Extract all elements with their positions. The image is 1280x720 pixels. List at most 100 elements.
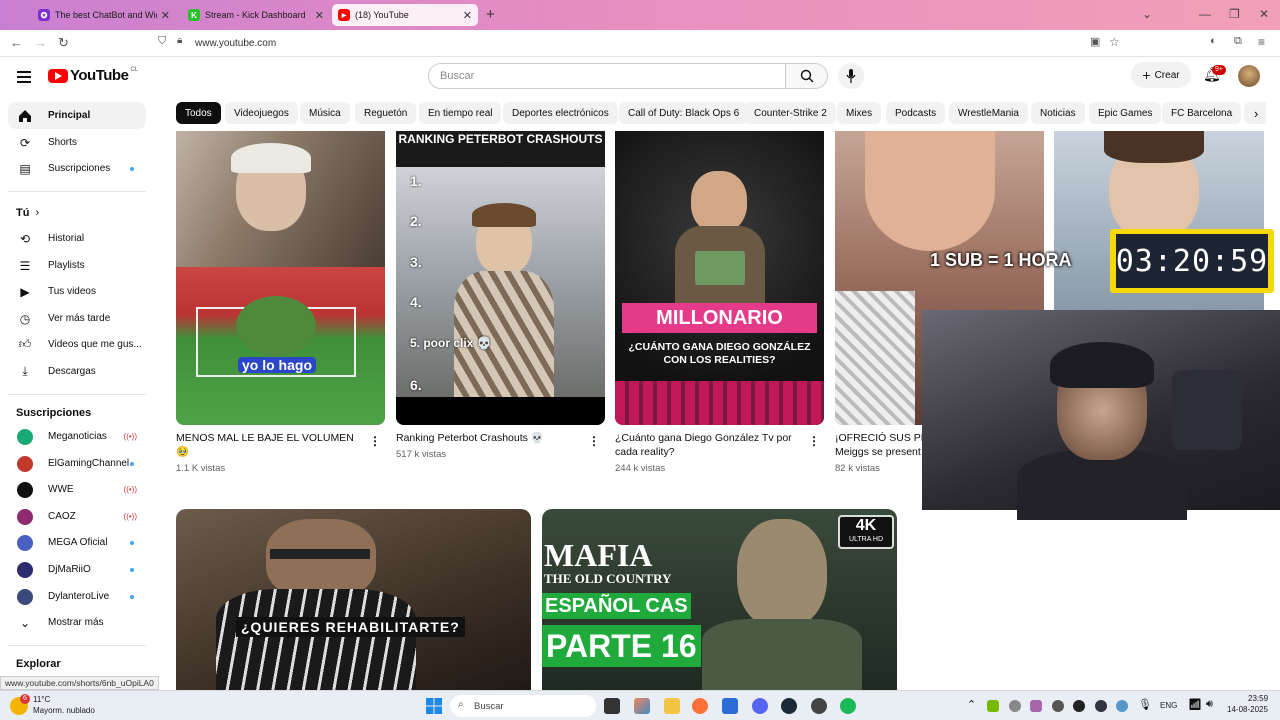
firefox-icon[interactable] — [692, 698, 708, 714]
create-button[interactable]: + Crear — [1131, 62, 1191, 88]
short-title-1[interactable]: MENOS MAL LE BAJE EL VOLUMEN 🥹 — [176, 431, 356, 459]
url-field[interactable]: www.youtube.com — [195, 38, 276, 49]
tab-youtube[interactable]: ▶ (18) YouTube ✕ — [332, 4, 478, 26]
close-window-icon[interactable]: ✕ — [1259, 7, 1269, 21]
more-actions-icon[interactable]: ⋮ — [369, 434, 381, 448]
maximize-icon[interactable]: ❐ — [1229, 7, 1240, 21]
forward-icon[interactable]: → — [34, 35, 47, 50]
chip-deportes-electronicos[interactable]: Deportes electrónicos — [503, 102, 618, 124]
clock-time[interactable]: 23:59 — [1248, 694, 1268, 703]
volume-icon[interactable]: 🔊︎ — [1206, 698, 1213, 711]
spotify-icon[interactable] — [840, 698, 856, 714]
wifi-icon[interactable]: 📶︎ — [1188, 698, 1202, 711]
tray-obs-icon[interactable] — [1052, 700, 1064, 712]
sidebar-item-historial[interactable]: ⟲ Historial — [8, 225, 146, 252]
extensions-icon[interactable]: ⧉ — [1234, 35, 1242, 48]
sidebar-channel-wwe[interactable]: WWE ((•)) — [8, 476, 146, 503]
sidebar-channel-djmariio[interactable]: DjMaRiiO — [8, 556, 146, 583]
chevron-right-icon[interactable]: › — [1254, 106, 1258, 121]
shield-icon[interactable]: ⛉ — [158, 35, 166, 48]
chip-todos[interactable]: Todos — [176, 102, 221, 124]
chip-call-of-duty[interactable]: Call of Duty: Black Ops 6 — [619, 102, 749, 124]
short-title-4[interactable]: ¡OFRECIÓ SUS PRO — [835, 431, 925, 445]
nvidia-icon[interactable] — [987, 700, 999, 712]
tray-chevron-up-icon[interactable]: ⌃ — [967, 698, 976, 711]
task-view-icon[interactable] — [604, 698, 620, 714]
discord-icon[interactable] — [752, 698, 768, 714]
chip-podcasts[interactable]: Podcasts — [886, 102, 946, 124]
more-actions-icon[interactable]: ⋮ — [588, 434, 600, 448]
steam-icon[interactable] — [781, 698, 797, 714]
tab-list-chevron-icon[interactable]: ⌄ — [1142, 7, 1152, 21]
chip-en-tiempo-real[interactable]: En tiempo real — [419, 102, 502, 124]
copilot-icon[interactable] — [634, 698, 650, 714]
taskbar-search[interactable]: ⌕ Buscar — [450, 695, 596, 717]
sidebar-item-tu[interactable]: Tú › — [8, 199, 146, 226]
hamburger-menu-icon[interactable] — [17, 71, 31, 86]
chip-videojuegos[interactable]: Videojuegos — [225, 102, 298, 124]
video-thumbnail-mafia[interactable]: MAFIA THE OLD COUNTRY ESPAÑOL CAS PARTE … — [542, 509, 897, 690]
short-title-3[interactable]: ¿Cuánto gana Diego González Tv por cada … — [615, 431, 795, 459]
short-title-4-line2[interactable]: Meiggs se present — [835, 445, 925, 459]
chip-fc-barcelona[interactable]: FC Barcelona — [1162, 102, 1242, 124]
sidebar-item-suscripciones[interactable]: ▤ Suscripciones — [8, 155, 146, 182]
clock-date[interactable]: 14-08-2025 — [1227, 705, 1268, 714]
sidebar-item-shorts[interactable]: ⟳ Shorts — [8, 129, 146, 156]
chip-noticias[interactable]: Noticias — [1031, 102, 1085, 124]
picture-icon[interactable]: ▣ — [1090, 35, 1100, 48]
short-title-2[interactable]: Ranking Peterbot Crashouts 💀 — [396, 431, 576, 445]
chip-regueton[interactable]: Reguetón — [355, 102, 417, 124]
sidebar-item-tus-videos[interactable]: ▶︎ Tus videos — [8, 278, 146, 305]
search-input[interactable]: Buscar — [428, 63, 786, 89]
show-more-button[interactable]: ⌄ Mostrar más — [8, 609, 146, 636]
sidebar-channel-mega-oficial[interactable]: MEGA Oficial — [8, 529, 146, 556]
short-thumbnail-2[interactable]: RANKING PETERBOT CRASHOUTS 1. 2. 3. 4. 5… — [396, 131, 605, 425]
tray-steam-icon[interactable] — [1095, 700, 1107, 712]
sidebar-item-descargas[interactable]: ⤓ Descargas — [8, 358, 146, 385]
tab-chatbot[interactable]: ✪ The best ChatBot and Widgets ✕ — [32, 4, 176, 26]
obs-icon[interactable] — [811, 698, 827, 714]
sidebar-channel-caoz[interactable]: CAOZ ((•)) — [8, 503, 146, 530]
menu-icon[interactable]: ≡ — [1258, 35, 1265, 49]
close-tab-icon[interactable]: ✕ — [463, 9, 472, 22]
sidebar-item-principal[interactable]: Principal — [8, 102, 146, 129]
new-tab-icon[interactable]: + — [486, 6, 495, 23]
back-icon[interactable]: ← — [10, 35, 23, 50]
store-icon[interactable] — [722, 698, 738, 714]
reload-icon[interactable]: ↻ — [58, 35, 69, 51]
search-button[interactable] — [786, 63, 828, 89]
youtube-logo[interactable]: YouTube CL — [48, 67, 138, 84]
video-thumbnail-rehab[interactable]: ¿QUIERES REHABILITARTE? — [176, 509, 531, 690]
language-indicator[interactable]: ENG — [1160, 701, 1177, 710]
voice-search-button[interactable] — [838, 63, 864, 89]
tray-pen-icon[interactable] — [1030, 700, 1042, 712]
windows-start-icon[interactable] — [426, 698, 442, 714]
chip-musica[interactable]: Música — [300, 102, 350, 124]
minimize-icon[interactable]: — — [1199, 7, 1211, 21]
sidebar-item-liked-videos[interactable]: 👍︎ Videos que me gus... — [8, 331, 146, 358]
short-thumbnail-3[interactable]: MILLONARIO ¿CUÁNTO GANA DIEGO GONZÁLEZ C… — [615, 131, 824, 425]
short-thumbnail-1[interactable]: yo lo hago — [176, 131, 385, 425]
tray-github-icon[interactable] — [1073, 700, 1085, 712]
chip-mixes[interactable]: Mixes — [837, 102, 882, 124]
bookmark-star-icon[interactable]: ☆ — [1109, 35, 1120, 49]
sidebar-item-playlists[interactable]: ☰ Playlists — [8, 252, 146, 279]
tray-sync-icon[interactable] — [1116, 700, 1128, 712]
chip-wrestlemania[interactable]: WrestleMania — [949, 102, 1028, 124]
sidebar-item-ver-mas-tarde[interactable]: ◷ Ver más tarde — [8, 305, 146, 332]
tab-kick[interactable]: K Stream - Kick Dashboard ✕ — [182, 4, 330, 26]
chip-counter-strike[interactable]: Counter-Strike 2 — [745, 102, 836, 124]
chip-epic-games[interactable]: Epic Games — [1089, 102, 1162, 124]
sidebar-channel-dylanterolive[interactable]: DylanteroLive — [8, 583, 146, 610]
extension-shield-icon[interactable]: ◐ — [1210, 35, 1217, 47]
sidebar-channel-elgamingchannel[interactable]: ElGamingChannel — [8, 450, 146, 477]
lock-icon[interactable]: 🔒︎ — [177, 35, 182, 46]
close-tab-icon[interactable]: ✕ — [161, 9, 170, 22]
more-actions-icon[interactable]: ⋮ — [808, 434, 820, 448]
tray-mic-icon[interactable]: 🎙︎ — [1138, 698, 1152, 711]
file-explorer-icon[interactable] — [664, 698, 680, 714]
tray-app-icon[interactable] — [1009, 700, 1021, 712]
close-tab-icon[interactable]: ✕ — [315, 9, 324, 22]
avatar[interactable] — [1238, 65, 1260, 87]
sidebar-channel-meganoticias[interactable]: Meganoticias ((•)) — [8, 423, 146, 450]
